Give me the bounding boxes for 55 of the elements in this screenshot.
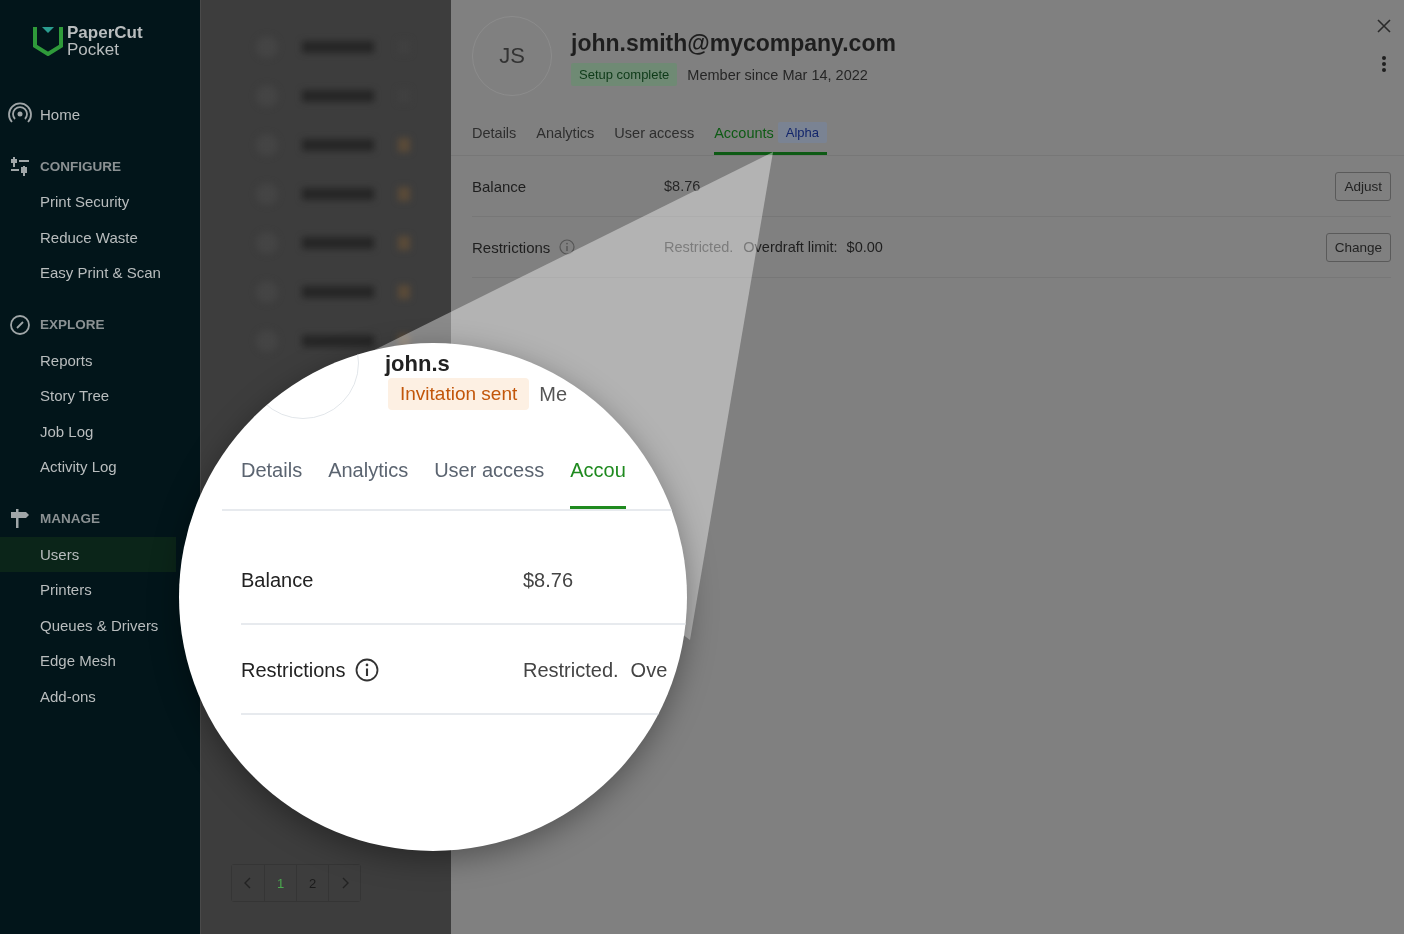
- nav-item[interactable]: Job Log: [0, 413, 176, 449]
- overdraft-value: $0.00: [846, 239, 883, 255]
- tab-label: User access: [614, 124, 695, 141]
- close-icon[interactable]: [1377, 19, 1391, 33]
- tab[interactable]: Accounts Alpha: [714, 122, 828, 155]
- row-action-button[interactable]: Adjust: [1335, 171, 1391, 201]
- section-heading: EXPLORE: [40, 317, 105, 332]
- user-email: john.smith@mycompany.com: [571, 30, 897, 57]
- field-value: $8.76: [523, 568, 574, 593]
- row-action-button[interactable]: Change: [1325, 232, 1391, 262]
- alpha-badge: Alpha: [777, 122, 828, 143]
- sliders-icon: [8, 155, 32, 177]
- field-label: Restrictions: [241, 658, 346, 683]
- signpost-icon: [8, 507, 32, 530]
- nav-item[interactable]: Easy Print & Scan: [0, 255, 176, 291]
- nav-item[interactable]: Edge Mesh: [0, 643, 176, 679]
- nav-item[interactable]: Print Security: [0, 184, 176, 220]
- field-label: Balance: [241, 568, 314, 593]
- section-heading: CONFIGURE: [40, 158, 121, 174]
- tab[interactable]: Details: [241, 458, 303, 509]
- user-email: john.s: [385, 352, 451, 376]
- tab[interactable]: User access: [434, 458, 545, 509]
- tab[interactable]: Accou: [570, 458, 626, 509]
- home-nav-item[interactable]: Home: [0, 96, 200, 132]
- compass-icon: [8, 313, 32, 336]
- nav-item[interactable]: Activity Log: [0, 449, 176, 485]
- overdraft-label: Ove: [630, 658, 668, 683]
- nav-item[interactable]: Add-ons: [0, 678, 176, 714]
- field-value: Restricted.: [523, 658, 619, 683]
- tab[interactable]: User access: [614, 122, 695, 155]
- tab-label: Accounts: [714, 124, 774, 141]
- status-badge: Invitation sent: [388, 378, 530, 410]
- member-since-text: Member since Mar 14, 2022: [687, 66, 868, 83]
- chevron-right-icon: [340, 877, 349, 889]
- tab-label: Details: [472, 124, 517, 141]
- chevron-left-icon: [244, 877, 252, 889]
- overdraft-label: Overdraft limit:: [743, 239, 838, 255]
- nav-item[interactable]: Users: [0, 536, 176, 572]
- shield-logo-icon: [33, 24, 63, 56]
- tab-label: Analytics: [536, 124, 595, 141]
- status-badge: Setup complete: [571, 63, 678, 86]
- tab[interactable]: Analytics: [328, 458, 409, 509]
- field-label: Balance: [472, 177, 527, 195]
- nav-item[interactable]: Printers: [0, 572, 176, 608]
- member-since-text: Me: [539, 382, 568, 406]
- nav-item[interactable]: Reports: [0, 342, 176, 378]
- logo-subtext: Pocket: [67, 41, 119, 58]
- nav-item[interactable]: Queues & Drivers: [0, 607, 176, 643]
- info-icon[interactable]: [355, 658, 380, 682]
- section-heading: MANAGE: [40, 511, 100, 526]
- nav-item[interactable]: Reduce Waste: [0, 219, 176, 255]
- logo-text: PaperCut: [67, 24, 143, 41]
- field-label: Restrictions: [472, 238, 551, 256]
- nav-item[interactable]: Story Tree: [0, 378, 176, 414]
- more-options-icon[interactable]: [1381, 55, 1387, 73]
